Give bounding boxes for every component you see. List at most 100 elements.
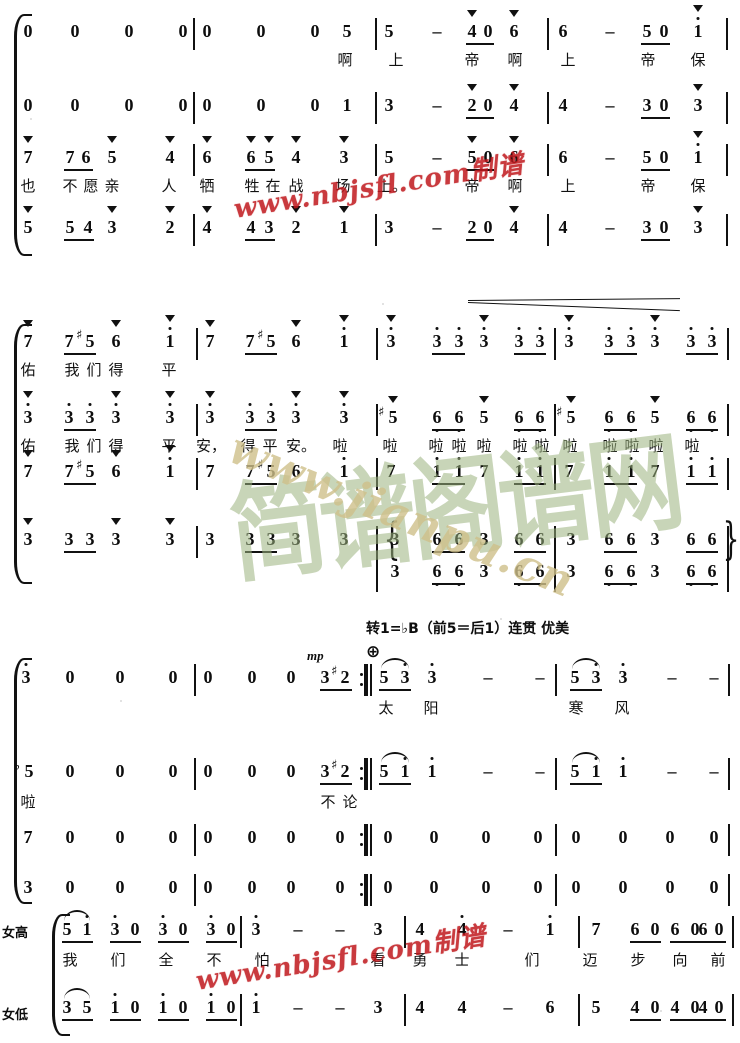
note: 2 bbox=[464, 84, 480, 114]
note: 0 bbox=[286, 667, 296, 687]
note: 0 bbox=[115, 667, 125, 687]
note: 3 bbox=[106, 518, 126, 548]
octave-dot-up bbox=[26, 403, 30, 406]
accent-icon bbox=[205, 320, 215, 327]
note: 5 bbox=[379, 667, 389, 687]
note: 6 bbox=[602, 408, 616, 432]
staff-s3-v1: 3 0 0 0 0 0 0 3 ♯ 2 5 3 3 – – 5 3 3 – – bbox=[0, 658, 740, 702]
beam bbox=[686, 429, 718, 431]
note: 3 bbox=[566, 529, 576, 549]
octave-dot-up bbox=[403, 663, 407, 666]
accent-icon bbox=[23, 518, 33, 525]
note: 0 bbox=[709, 877, 719, 897]
note: 6 bbox=[533, 562, 547, 586]
barline bbox=[240, 916, 242, 948]
staff-s2-v4b: 3 6 6 3 6 6 3 6 6 3 6 6 bbox=[0, 562, 740, 596]
note: 6 bbox=[686, 529, 696, 549]
barline bbox=[728, 824, 730, 856]
note: 5 bbox=[642, 21, 652, 41]
lyric-char: 们 bbox=[86, 437, 102, 455]
note: 5 bbox=[82, 997, 92, 1017]
lyric-char: 啦 bbox=[512, 437, 528, 455]
lyric-char: 平 bbox=[262, 437, 278, 455]
note: 7 bbox=[64, 331, 74, 351]
barline bbox=[727, 458, 729, 490]
accent-icon bbox=[111, 391, 121, 398]
note: 4 bbox=[457, 997, 467, 1017]
note: 1 bbox=[613, 757, 633, 780]
beam bbox=[686, 353, 718, 355]
lyric-char: 我 bbox=[64, 361, 80, 379]
note: 3 bbox=[334, 391, 354, 426]
barline bbox=[193, 18, 195, 50]
staff-s2-v4a: 3 3 3 3 3 3 3 3 3 3 { 3 6 6 3 6 6 3 6 6 … bbox=[0, 518, 740, 592]
note: 5 bbox=[591, 997, 601, 1017]
beam bbox=[604, 429, 637, 431]
beam bbox=[62, 1019, 93, 1021]
octave-dot-up bbox=[621, 663, 625, 666]
accent-icon bbox=[291, 136, 301, 143]
note: 0 bbox=[70, 95, 80, 115]
lyric-char: 上 bbox=[560, 177, 576, 195]
barline bbox=[547, 144, 549, 176]
note: 1 bbox=[452, 457, 466, 480]
note: 0 bbox=[226, 919, 236, 939]
accent-icon bbox=[467, 136, 477, 143]
note: 4 bbox=[160, 136, 180, 166]
lyric-char: 安， bbox=[196, 437, 227, 455]
note: 3 bbox=[16, 663, 36, 686]
staff-s4-alto: 3 5 1 0 1 0 1 0 1 – – 3 4 4 – 6 5 4 0 4 … bbox=[0, 988, 740, 1032]
octave-dot-up bbox=[430, 757, 434, 760]
note: 6 bbox=[535, 529, 545, 549]
beam bbox=[514, 429, 546, 431]
note-dash: – bbox=[667, 761, 677, 781]
octave-dot-up bbox=[594, 757, 598, 760]
accent-icon bbox=[165, 206, 175, 213]
lyric-char: 平 bbox=[161, 361, 177, 379]
lyric-char: 牺 bbox=[199, 177, 215, 195]
note: 0 bbox=[286, 761, 296, 781]
note: 0 bbox=[124, 95, 134, 115]
note: 3 bbox=[479, 561, 489, 581]
octave-dot-up bbox=[538, 457, 542, 460]
beam bbox=[245, 483, 277, 485]
note: 6 bbox=[514, 529, 524, 549]
note: 3 bbox=[422, 663, 442, 686]
accent-icon bbox=[111, 320, 121, 327]
barline bbox=[375, 18, 377, 50]
lyric-char: 佑 bbox=[20, 361, 36, 379]
barline bbox=[404, 994, 406, 1026]
repeat-start-barline bbox=[360, 758, 372, 790]
note: 6 bbox=[454, 529, 464, 549]
note: 0 bbox=[226, 997, 236, 1017]
barline bbox=[547, 92, 549, 124]
note-dash: – bbox=[605, 21, 615, 41]
note: 3 bbox=[85, 529, 95, 549]
barline bbox=[726, 144, 728, 176]
note-dash: – bbox=[335, 919, 345, 939]
repeat-start-barline bbox=[360, 664, 372, 696]
barline bbox=[240, 994, 242, 1026]
note: 5 bbox=[384, 21, 394, 41]
note: 5 bbox=[642, 147, 652, 167]
note: 5 bbox=[342, 21, 352, 41]
note-dash: – bbox=[483, 667, 493, 687]
note: 6 bbox=[602, 562, 616, 586]
note: 0 bbox=[533, 877, 543, 897]
note: 0 bbox=[168, 877, 178, 897]
note: 6 bbox=[558, 21, 568, 41]
barline bbox=[727, 328, 729, 360]
note: 0 bbox=[650, 919, 660, 939]
beam bbox=[432, 429, 465, 431]
octave-dot-up bbox=[517, 457, 521, 460]
note: 7 bbox=[650, 461, 660, 481]
note: 3 bbox=[390, 561, 400, 581]
scan-speckle bbox=[660, 1010, 662, 1012]
note: 6 bbox=[670, 919, 680, 939]
note: 0 bbox=[383, 827, 393, 847]
note: 0 bbox=[203, 667, 213, 687]
system-3: 转1=♭B（前5＝后1）连贯 优美 mp ⊕ 3 0 0 0 0 0 0 3 ♯… bbox=[0, 610, 740, 906]
beam bbox=[245, 429, 277, 431]
note: 1 bbox=[334, 206, 354, 236]
beam bbox=[630, 941, 661, 943]
